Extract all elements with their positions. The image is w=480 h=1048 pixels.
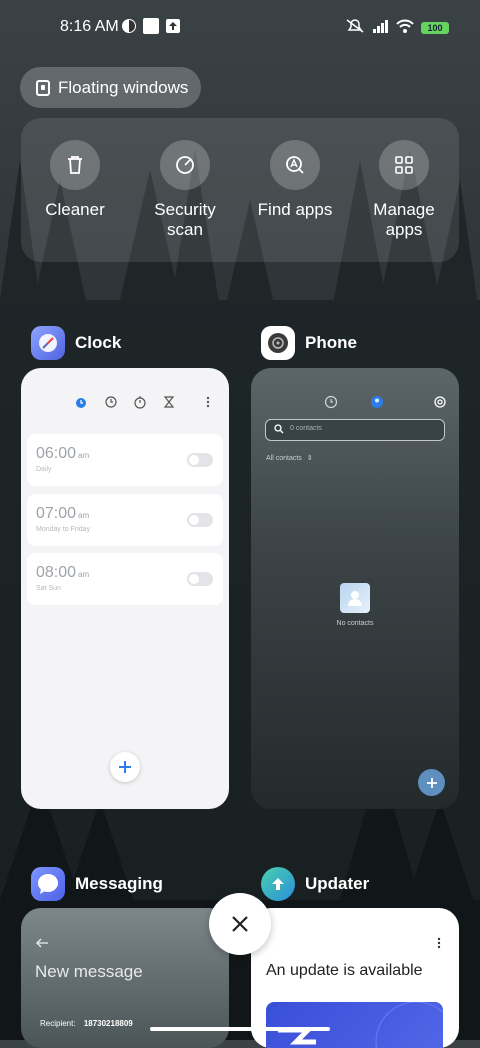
more-options-icon — [206, 396, 210, 408]
floating-window-icon — [36, 79, 50, 96]
manage-apps-icon — [395, 156, 413, 174]
alarm-toggle[interactable] — [187, 513, 213, 527]
phone-app-preview[interactable]: 0 contacts All contacts ⇕ No contacts — [251, 368, 459, 809]
contact-card-icon — [348, 591, 362, 606]
contacts-filter-label: All contacts — [266, 455, 302, 462]
timer-tab-icon — [163, 396, 175, 408]
alarm-ampm: am — [78, 511, 90, 520]
close-all-button[interactable] — [209, 893, 271, 955]
cleaner-button[interactable]: Cleaner — [25, 140, 125, 220]
clock-app-name: Clock — [75, 333, 122, 352]
settings-icon — [434, 396, 446, 408]
alarm-item[interactable]: 06:00 am Daily — [27, 434, 223, 486]
find-apps-icon — [286, 156, 304, 174]
alarm-ampm: am — [78, 570, 90, 579]
manage-apps-label: Manage apps — [373, 200, 435, 239]
dial-icon — [268, 333, 288, 353]
find-apps-button[interactable]: Find apps — [245, 140, 345, 220]
contacts-tab-icon — [371, 396, 383, 408]
app-notification-icon — [143, 18, 159, 34]
security-scan-icon — [176, 156, 194, 174]
clock-app-preview[interactable]: 06:00 am Daily 07:00 am Monday to Friday 0… — [21, 368, 229, 809]
alarm-repeat: Sat Sun — [36, 585, 61, 592]
status-time: 8:16 AM — [60, 18, 119, 35]
security-scan-button[interactable]: Security scan — [135, 140, 235, 240]
arrow-up-icon — [272, 878, 284, 890]
alarm-ampm: am — [78, 451, 90, 460]
messaging-app-icon — [31, 867, 65, 901]
update-banner-graphic — [278, 1001, 457, 1048]
cleaner-label: Cleaner — [45, 200, 105, 219]
world-clock-tab-icon — [105, 396, 117, 408]
alarm-toggle[interactable] — [187, 453, 213, 467]
updater-app-icon — [261, 867, 295, 901]
mute-icon — [346, 19, 364, 33]
alarm-repeat: Monday to Friday — [36, 526, 91, 533]
messaging-app-name: Messaging — [75, 874, 163, 893]
trash-icon — [68, 156, 82, 174]
stopwatch-tab-icon — [134, 396, 146, 409]
back-arrow-icon — [36, 938, 48, 948]
update-banner — [266, 1001, 457, 1048]
battery-indicator: 100 — [421, 22, 449, 34]
phone-app-icon — [261, 326, 295, 360]
alarm-toggle[interactable] — [187, 572, 213, 586]
find-apps-label: Find apps — [257, 200, 333, 219]
phone-app-name: Phone — [305, 333, 357, 352]
status-bar: 8:16 AM 100 — [0, 0, 480, 56]
update-available-title: An update is available — [266, 962, 423, 979]
contacts-search-input[interactable]: 0 contacts — [265, 419, 445, 441]
alarm-tab-icon — [76, 398, 86, 408]
add-alarm-button[interactable] — [110, 752, 140, 782]
alarm-repeat: Daily — [36, 466, 52, 473]
close-icon — [232, 916, 248, 932]
floating-windows-label: Floating windows — [58, 77, 189, 97]
chat-bubble-icon — [38, 874, 58, 894]
updater-app-name: Updater — [305, 874, 370, 893]
plus-icon — [426, 777, 437, 788]
recipient-label: Recipient: — [40, 1019, 76, 1028]
wifi-icon — [396, 19, 414, 33]
upload-icon — [166, 19, 180, 33]
updater-app-header[interactable]: Updater — [261, 864, 369, 904]
alarm-item[interactable]: 08:00 am Sat Sun — [27, 553, 223, 605]
clock-app-icon — [31, 326, 65, 360]
phone-app-header[interactable]: Phone — [261, 323, 357, 363]
alarm-time: 07:00 — [36, 505, 77, 522]
new-message-title: New message — [35, 962, 143, 981]
recipient-number: 18730218809 — [83, 1019, 133, 1028]
empty-contacts-illustration — [340, 583, 370, 613]
clock-app-header[interactable]: Clock — [31, 323, 121, 363]
signal-icon — [373, 20, 388, 33]
search-icon — [274, 424, 284, 434]
compass-icon — [39, 334, 57, 352]
messaging-app-header[interactable]: Messaging — [31, 864, 163, 904]
add-contact-button[interactable] — [418, 769, 445, 796]
contacts-filter-dropdown[interactable]: All contacts ⇕ — [266, 454, 313, 462]
recipient-row[interactable]: Recipient: 18730218809 — [40, 1019, 133, 1028]
notification-icon — [122, 19, 136, 33]
recents-tab-icon — [324, 395, 338, 409]
home-indicator[interactable] — [150, 1027, 330, 1031]
alarm-time: 06:00 — [36, 445, 77, 462]
alarm-time: 08:00 — [36, 564, 77, 581]
plus-icon — [119, 761, 131, 773]
security-scan-label: Security scan — [154, 200, 216, 239]
alarm-item[interactable]: 07:00 am Monday to Friday — [27, 494, 223, 546]
manage-apps-button[interactable]: Manage apps — [354, 140, 454, 240]
quick-actions-panel: Cleaner Security scan Find apps Manage a… — [21, 118, 459, 262]
no-contacts-text: No contacts — [336, 620, 374, 627]
search-placeholder: 0 contacts — [290, 425, 322, 432]
more-options-icon — [437, 937, 441, 949]
floating-windows-button[interactable]: Floating windows — [20, 67, 201, 108]
chevron-updown-icon: ⇕ — [306, 455, 313, 462]
